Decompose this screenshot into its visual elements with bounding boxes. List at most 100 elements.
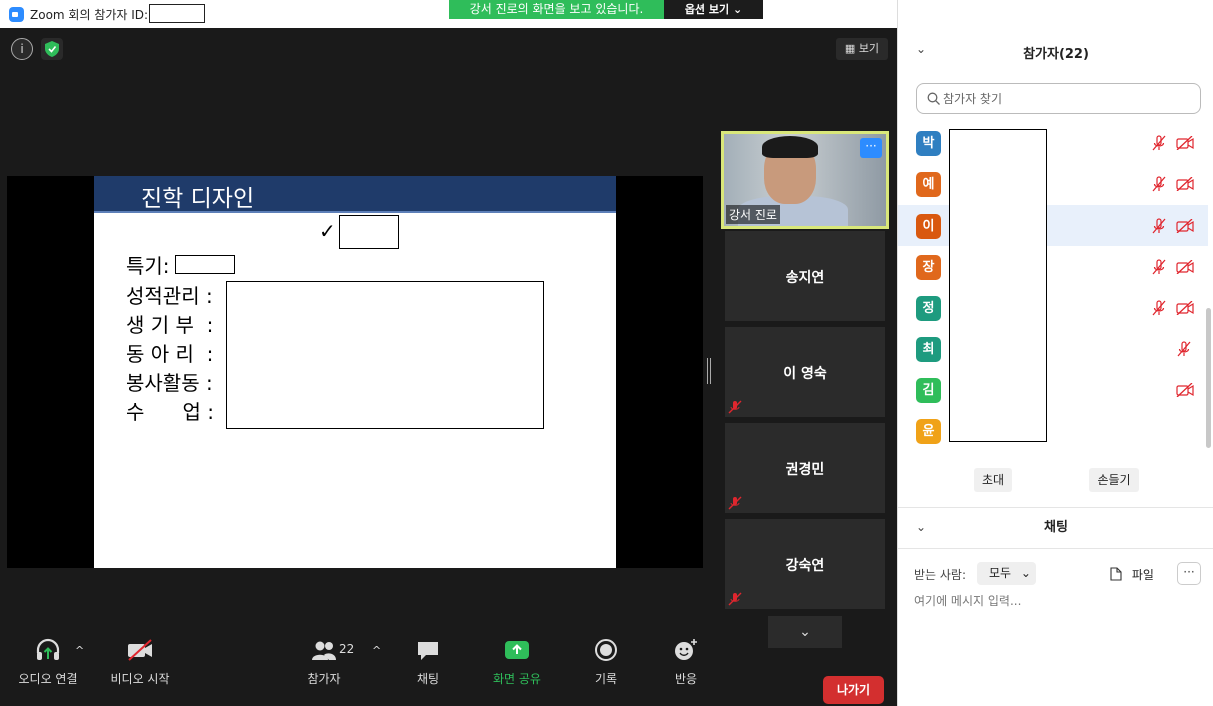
participant-row[interactable]: 김	[898, 369, 1208, 410]
mic-off-icon	[1152, 176, 1166, 192]
video-off-icon	[1176, 301, 1194, 315]
video-tile-name: 권경민	[785, 462, 825, 478]
mic-off-icon	[1177, 341, 1191, 357]
view-options-label: 옵션 보기	[684, 3, 730, 16]
divider	[898, 507, 1213, 508]
shield-icon[interactable]	[41, 38, 63, 60]
avatar: 정	[916, 296, 941, 321]
participant-row[interactable]: 윤	[898, 410, 1208, 451]
avatar: 예	[916, 172, 941, 197]
video-tile-name: 강숙연	[785, 558, 825, 574]
raise-hand-button[interactable]: 손들기	[1089, 468, 1139, 492]
audio-label: 오디오 연결	[18, 672, 78, 686]
avatar: 윤	[916, 419, 941, 444]
share-screen-icon	[484, 636, 550, 664]
audio-button[interactable]: 오디오 연결	[12, 636, 84, 687]
special-label: 특기:	[126, 254, 170, 278]
shared-slide: 진학 디자인 ✓ 특기: 성적관리 : 생 기 부 : 동 아 리 : 봉사활동…	[94, 176, 616, 568]
chat-input[interactable]: 여기에 메시지 입력...	[914, 592, 1021, 609]
video-button[interactable]: 비디오 시작	[104, 636, 176, 687]
more-options-button[interactable]: ···	[860, 138, 882, 158]
participant-row[interactable]: 박	[898, 122, 1208, 163]
participant-row[interactable]: 장	[898, 246, 1208, 287]
info-icon[interactable]: i	[11, 38, 33, 60]
video-tile[interactable]: 권경민	[725, 423, 885, 513]
video-tile-name: 강서 진로	[726, 205, 780, 224]
avatar: 최	[916, 337, 941, 362]
invite-button[interactable]: 초대	[974, 468, 1012, 492]
chat-more-button[interactable]: ···	[1177, 562, 1201, 585]
leave-button[interactable]: 나가기	[823, 676, 884, 704]
video-tile-active[interactable]: ··· 강서 진로	[721, 131, 889, 229]
view-options-button[interactable]: 옵션 보기 ⌄	[664, 0, 763, 19]
slide-line: 동 아 리 :	[126, 342, 214, 366]
participant-row[interactable]: 예	[898, 163, 1208, 204]
recipient-value: 모두	[989, 566, 1012, 580]
check-mark-icon: ✓	[319, 219, 336, 243]
meeting-area: i ▦ 보기 진학 디자인 ✓ 특기: 성적관리 : 생 기 부 : 동 아 리…	[0, 28, 897, 706]
emoji-icon	[664, 636, 708, 664]
mic-off-icon	[728, 400, 742, 414]
shared-screen: 진학 디자인 ✓ 특기: 성적관리 : 생 기 부 : 동 아 리 : 봉사활동…	[7, 176, 703, 568]
participants-header: 참가자(22)	[1023, 47, 1089, 62]
resize-handle[interactable]	[707, 358, 711, 384]
view-button[interactable]: ▦ 보기	[836, 38, 888, 60]
chevron-down-icon: ⌄	[1020, 566, 1031, 580]
avatar: 장	[916, 255, 941, 280]
video-tile[interactable]: 이 영숙	[725, 327, 885, 417]
mic-off-icon	[1152, 259, 1166, 275]
chevron-down-icon: ⌄	[732, 3, 743, 16]
share-screen-label: 화면 공유	[493, 672, 541, 686]
to-label: 받는 사람:	[914, 568, 967, 582]
avatar: 박	[916, 131, 941, 156]
participants-label: 참가자	[307, 672, 341, 686]
reactions-label: 반응	[674, 672, 698, 686]
participants-count: 22	[339, 642, 355, 656]
video-label: 비디오 시작	[110, 672, 170, 686]
video-off-icon	[1176, 219, 1194, 233]
slide-line: 수 업 :	[126, 400, 215, 424]
chat-label: 채팅	[416, 672, 440, 686]
redacted-box	[339, 215, 399, 249]
meeting-toolbar: 오디오 연결 ^ 비디오 시작 참가자 22 ^ 채팅 화면 공유 기록 반응	[0, 632, 897, 706]
search-input[interactable]	[943, 89, 1193, 109]
participant-scrollbar[interactable]	[1206, 118, 1211, 450]
headphone-icon	[12, 636, 84, 664]
video-tile-name: 송지연	[785, 270, 825, 286]
recipient-select[interactable]: 모두 ⌄	[977, 562, 1036, 585]
video-off-icon	[1176, 383, 1194, 397]
scrollbar-thumb[interactable]	[1206, 308, 1211, 448]
video-off-icon	[104, 636, 176, 664]
search-icon	[927, 92, 940, 105]
audio-caret-icon[interactable]: ^	[75, 644, 84, 657]
share-banner: 강서 진로의 화면을 보고 있습니다.	[449, 0, 664, 19]
participants-panel: ⌄ 참가자(22) 박 예 이 장 정	[897, 0, 1213, 706]
meeting-id-redacted	[149, 4, 205, 23]
share-screen-button[interactable]: 화면 공유	[484, 636, 550, 687]
mic-off-icon	[728, 592, 742, 606]
video-tile[interactable]: 송지연	[725, 231, 885, 321]
participants-caret-icon[interactable]: ^	[372, 644, 381, 657]
mic-off-icon	[728, 496, 742, 510]
reactions-button[interactable]: 반응	[664, 636, 708, 687]
participant-search[interactable]	[916, 83, 1201, 114]
file-button[interactable]: 파일	[1110, 566, 1154, 583]
chat-header: 채팅	[1044, 520, 1068, 535]
slide-title: 진학 디자인	[141, 186, 255, 212]
participant-row[interactable]: 최	[898, 328, 1208, 369]
video-tile-name: 이 영숙	[783, 366, 827, 382]
chat-button[interactable]: 채팅	[404, 636, 452, 687]
file-icon	[1110, 567, 1122, 581]
video-tile[interactable]: 강숙연	[725, 519, 885, 609]
video-hair	[762, 136, 818, 158]
zoom-logo-icon	[9, 7, 24, 22]
slide-line: 봉사활동 :	[126, 371, 213, 395]
record-icon	[584, 636, 628, 664]
redacted-box	[175, 255, 235, 274]
record-button[interactable]: 기록	[584, 636, 628, 687]
participant-list: 박 예 이 장 정 최 김 윤	[898, 122, 1208, 450]
participant-row[interactable]: 이	[898, 205, 1208, 246]
participant-row[interactable]: 정	[898, 287, 1208, 328]
record-label: 기록	[594, 672, 618, 686]
redacted-box	[226, 281, 544, 429]
